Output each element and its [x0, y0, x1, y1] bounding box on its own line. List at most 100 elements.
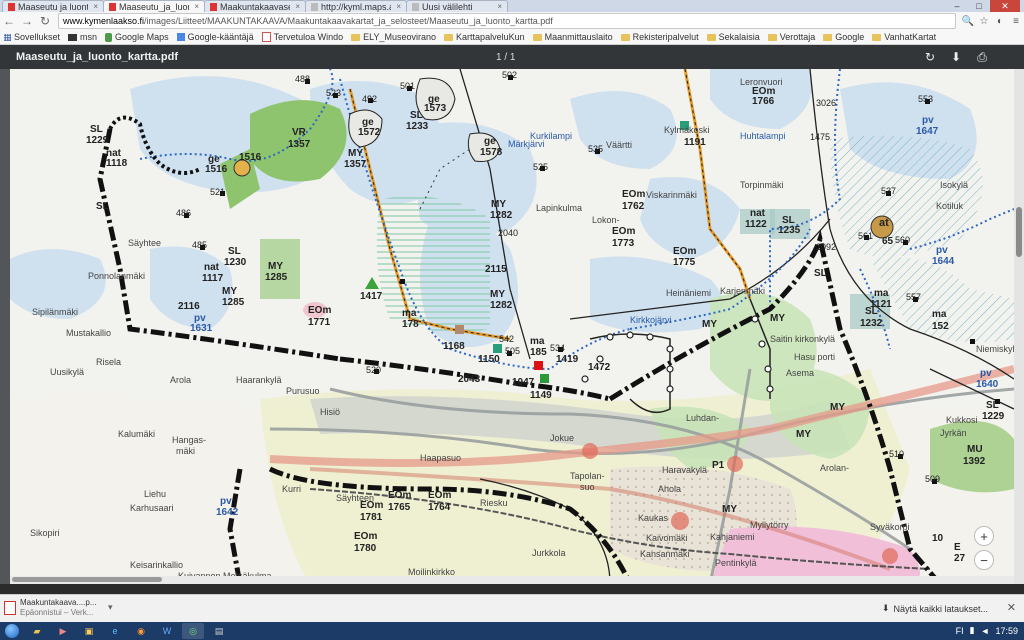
extension-icon[interactable]: ◐: [992, 13, 1008, 29]
map-label: 2043: [458, 374, 481, 385]
map-label: 1475: [810, 132, 831, 142]
address-bar: ← → ↻ www.kymenlaakso.fi/images/Liitteet…: [0, 12, 1024, 31]
maximize-icon[interactable]: □: [968, 0, 990, 12]
taskbar-media-icon[interactable]: ▶: [52, 623, 74, 639]
vertical-scrollbar[interactable]: [1014, 69, 1024, 584]
reload-icon[interactable]: ↻: [36, 13, 54, 29]
pdf-icon: [210, 2, 217, 11]
forward-icon[interactable]: →: [18, 13, 36, 29]
close-tab-icon[interactable]: ×: [396, 2, 401, 11]
language-indicator[interactable]: FI: [956, 626, 964, 636]
zoom-out-button[interactable]: −: [974, 550, 994, 570]
map-label: Purusuo: [286, 386, 320, 396]
bookmark-0[interactable]: Sovellukset: [4, 32, 60, 42]
download-menu-chevron-icon[interactable]: ▾: [108, 602, 113, 613]
network-icon[interactable]: ▮: [970, 625, 975, 636]
close-tab-icon[interactable]: ×: [194, 2, 199, 11]
map-label: Asema: [786, 368, 815, 378]
back-icon[interactable]: ←: [0, 13, 18, 29]
map-label: 2116: [178, 301, 200, 312]
msn-icon: [68, 33, 78, 41]
map-label: Kylmäkoski: [664, 125, 710, 135]
map-label: Riesku: [480, 498, 508, 508]
star-icon[interactable]: ☆: [976, 13, 992, 29]
taskbar-firefox-icon[interactable]: ◉: [130, 623, 152, 639]
tabs: Maaseutu ja luonto×Maaseutu_ja_luonto×Ma…: [0, 0, 530, 12]
close-tab-icon[interactable]: ×: [497, 2, 502, 11]
map-page[interactable]: SL 1229 nat 1118 ge 1516 1516 VR 1357 MY 1357 488 52…: [10, 69, 1014, 584]
close-shelf-icon[interactable]: ✕: [1007, 601, 1016, 614]
url-input[interactable]: www.kymenlaakso.fi/images/Liitteet/MAAKU…: [58, 13, 956, 29]
bookmark-8[interactable]: Rekisteripalvelut: [620, 32, 699, 42]
close-tab-icon[interactable]: ×: [295, 2, 300, 11]
bookmark-5[interactable]: ELY_Museovirano: [351, 32, 436, 42]
download-icon[interactable]: ⬇: [948, 49, 964, 65]
tab-1[interactable]: Maaseutu_ja_luonto ×: [103, 0, 205, 12]
google-translate-icon: [176, 33, 185, 41]
start-button[interactable]: [0, 622, 24, 640]
bookmark-10[interactable]: Verottaja: [767, 32, 815, 42]
volume-icon[interactable]: ◄: [981, 626, 990, 636]
map-label: pv: [922, 115, 934, 126]
folder-icon: [767, 33, 777, 41]
new-tab-button[interactable]: [507, 1, 531, 12]
map-label: 1419: [556, 354, 579, 365]
taskbar-misc-icon[interactable]: ▤: [208, 623, 230, 639]
zoom-search-icon[interactable]: 🔍: [960, 13, 976, 29]
bookmark-2[interactable]: Google Maps: [105, 32, 169, 42]
map-label: 1766: [752, 96, 775, 107]
map-label: 560: [895, 235, 911, 245]
tab-3[interactable]: http://kyml.maps.arc ×: [305, 0, 407, 12]
pdf-viewer[interactable]: SL 1229 nat 1118 ge 1516 1516 VR 1357 MY 1357 488 52…: [0, 69, 1024, 584]
menu-icon[interactable]: ≡: [1008, 13, 1024, 29]
bookmark-6[interactable]: KarttapalveluKun: [444, 32, 525, 42]
map-label: 1417: [360, 291, 383, 302]
map-label: 1230: [224, 257, 247, 268]
tab-0[interactable]: Maaseutu ja luonto ×: [2, 0, 104, 12]
print-icon[interactable]: ⎙: [974, 49, 990, 65]
bookmark-11[interactable]: Google: [823, 32, 864, 42]
bookmark-9[interactable]: Sekalaisia: [706, 32, 760, 42]
map-label: Niemiskylä: [976, 344, 1014, 354]
taskbar-word-icon[interactable]: W: [156, 623, 178, 639]
clock[interactable]: 17:59: [995, 626, 1018, 636]
taskbar-chrome-icon[interactable]: ◎: [182, 623, 204, 639]
bookmark-12[interactable]: VanhatKartat: [872, 32, 936, 42]
bookmark-4[interactable]: Tervetuloa Windo: [261, 32, 343, 42]
map-label: MY: [268, 261, 283, 272]
tab-4[interactable]: Uusi välilehti ×: [406, 0, 508, 12]
rotate-icon[interactable]: ↻: [922, 49, 938, 65]
close-window-icon[interactable]: ✕: [990, 0, 1020, 12]
map-label: nat: [750, 208, 765, 219]
map-label: suo: [580, 482, 595, 492]
map-label: EOm: [612, 226, 636, 237]
show-all-downloads-link[interactable]: ⬇ Näytä kaikki lataukset...: [882, 603, 988, 614]
taskbar-explorer-icon[interactable]: ▣: [78, 623, 100, 639]
map-label: 1232: [860, 318, 883, 329]
map-label: P1: [712, 460, 725, 471]
close-tab-icon[interactable]: ×: [93, 2, 98, 11]
map-label: at: [879, 217, 889, 229]
download-text: Maakuntakaava....p... Epäonnistui – Verk…: [20, 598, 97, 618]
tab-label: http://kyml.maps.arc: [321, 1, 391, 12]
map-label: 1168: [443, 341, 465, 352]
map-label: Torpinmäki: [740, 180, 784, 190]
horizontal-scroll-thumb[interactable]: [12, 577, 162, 582]
taskbar-folder-icon[interactable]: ▰: [26, 623, 48, 639]
map-label: 525: [533, 162, 549, 172]
map-label: Mustakallio: [66, 328, 112, 338]
map-label: 1642: [216, 507, 239, 518]
download-item[interactable]: Maakuntakaava....p... Epäonnistui – Verk…: [4, 598, 108, 620]
folder-icon: [872, 33, 882, 41]
tab-2[interactable]: Maakuntakaavaselo ×: [204, 0, 306, 12]
horizontal-scrollbar[interactable]: [10, 576, 1014, 584]
vertical-scroll-thumb[interactable]: [1016, 207, 1022, 257]
map-label: 3026: [816, 98, 837, 108]
zoom-in-button[interactable]: +: [974, 526, 994, 546]
bookmark-3[interactable]: Google-kääntäjä: [176, 32, 254, 42]
minimize-icon[interactable]: –: [946, 0, 968, 12]
bookmark-7[interactable]: Maanmittauslaito: [532, 32, 613, 42]
bookmark-1[interactable]: msn: [68, 32, 97, 42]
map-label: Tapolan-: [570, 471, 605, 481]
taskbar-ie-icon[interactable]: e: [104, 623, 126, 639]
